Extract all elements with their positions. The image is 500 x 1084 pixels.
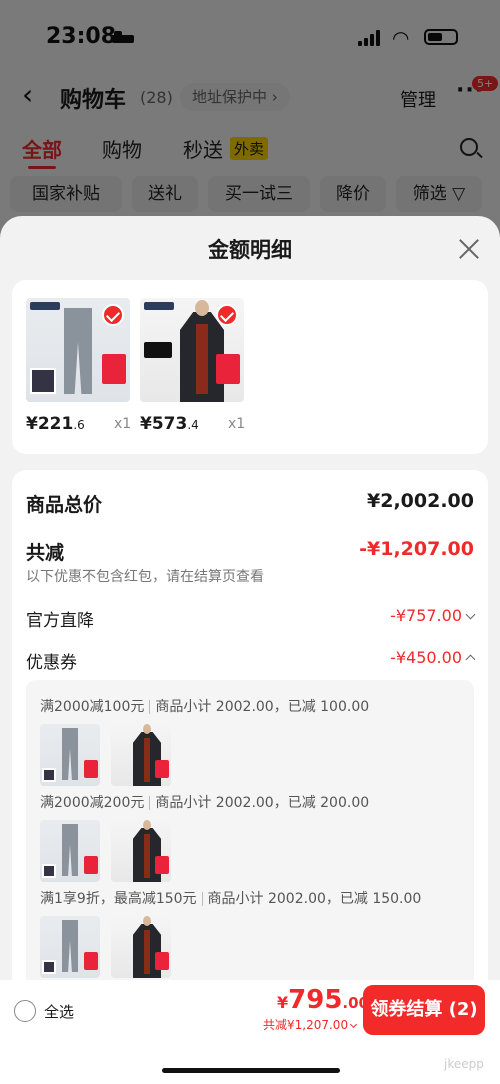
select-all-label[interactable]: 全选 [44, 1001, 74, 1022]
product-thumb [40, 724, 100, 786]
coupon-desc: 满2000减200元 商品小计 2002.00，已减 200.00 [40, 795, 370, 811]
product-thumb [111, 916, 171, 978]
pay-reduce[interactable]: 共减¥1,207.00 [263, 1016, 358, 1033]
coupon-value: -¥450.00 [390, 648, 476, 667]
coupon-desc: 满2000减100元 商品小计 2002.00，已减 100.00 [40, 699, 370, 715]
reduce-label: 共减 [26, 542, 65, 564]
select-all-radio[interactable] [14, 1000, 36, 1022]
coupon-products [40, 820, 180, 882]
discount-note: 以下优惠不包含红包，请在结算页查看 [26, 569, 264, 585]
product-image [140, 298, 244, 402]
product-image [26, 298, 130, 402]
close-icon[interactable] [456, 236, 482, 262]
sheet-title: 金额明细 [208, 238, 292, 262]
coupon-item: 满2000减100元 商品小计 2002.00，已减 100.00 [40, 696, 370, 786]
official-discount-label: 官方直降 [26, 611, 94, 631]
product-price: ¥221.6 [26, 414, 85, 434]
total-label: 商品总价 [26, 494, 103, 516]
product-qty: x1 [228, 416, 246, 432]
checkout-bar: 全选 ¥795.00 共减¥1,207.00 领券结算 (2) jkeepp [0, 980, 500, 1084]
watermark: jkeepp [444, 1057, 484, 1071]
official-discount-value: -¥757.00 [390, 606, 476, 625]
reduce-value: -¥1,207.00 [359, 538, 474, 560]
check-icon[interactable] [216, 304, 238, 326]
home-indicator[interactable] [162, 1068, 340, 1073]
coupon-products [40, 916, 180, 978]
product-item[interactable]: ¥221.6 x1 [26, 298, 131, 434]
coupon-label: 优惠券 [26, 653, 77, 673]
product-thumb [40, 820, 100, 882]
coupon-desc: 满1享9折，最高减150元 商品小计 2002.00，已减 150.00 [40, 891, 422, 907]
chevron-down-icon [465, 609, 476, 620]
product-qty: x1 [114, 416, 132, 432]
product-thumb [111, 724, 171, 786]
chevron-up-icon [465, 654, 476, 665]
pay-amount: ¥795.00 [277, 985, 369, 1015]
checkout-button[interactable]: 领券结算 (2) [363, 985, 485, 1035]
product-card: ¥221.6 x1 ¥573.4 x1 [12, 280, 488, 454]
chevron-down-icon [350, 1020, 358, 1029]
total-value: ¥2,002.00 [367, 490, 474, 512]
product-price: ¥573.4 [140, 414, 199, 434]
coupon-products [40, 724, 180, 786]
amount-detail-sheet: 金额明细 ¥221.6 x1 ¥573.4 x1 商品总价 ¥2,002.00 … [0, 216, 500, 1084]
product-thumb [111, 820, 171, 882]
coupon-item: 满2000减200元 商品小计 2002.00，已减 200.00 [40, 792, 370, 882]
product-thumb [40, 916, 100, 978]
coupon-item: 满1享9折，最高减150元 商品小计 2002.00，已减 150.00 [40, 888, 422, 978]
product-item[interactable]: ¥573.4 x1 [140, 298, 245, 434]
check-icon[interactable] [102, 304, 124, 326]
